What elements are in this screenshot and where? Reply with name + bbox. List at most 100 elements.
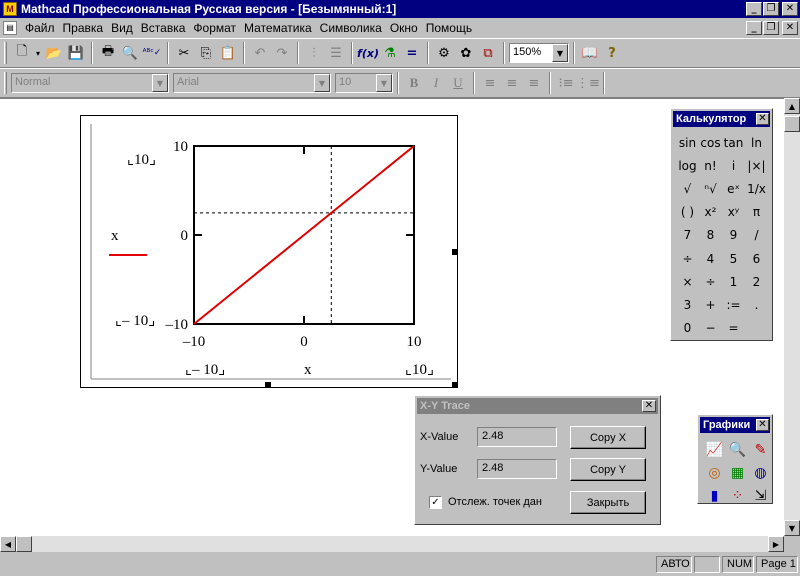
calc-key[interactable]: π <box>745 201 768 224</box>
x-max-placeholder[interactable]: ⌞10⌟ <box>405 360 434 379</box>
menu-insert[interactable]: Вставка <box>137 21 190 35</box>
document-icon[interactable]: ▤ <box>3 21 17 35</box>
menu-file[interactable]: Файл <box>21 21 59 35</box>
graphs-palette[interactable]: Графики ✕ 📈 🔍 ✎ ◎ ▦ ◍ ▮ ⁘ ⇲ <box>697 414 773 504</box>
doc-minimize-button[interactable]: _ <box>746 21 762 35</box>
resize-handle-bottom[interactable] <box>265 382 271 388</box>
style-dropdown-icon[interactable]: ▼ <box>152 74 168 92</box>
align-center-icon[interactable]: ≡ <box>501 72 523 94</box>
calc-key[interactable]: xʸ <box>722 201 745 224</box>
numbered-list-icon[interactable]: ⋮≡ <box>576 72 600 94</box>
restore-button[interactable]: ❐ <box>763 2 779 16</box>
print-icon[interactable]: 🖶 <box>97 42 119 64</box>
resource-center-icon[interactable]: 📖 <box>579 42 601 64</box>
copy-x-button[interactable]: Copy X <box>570 426 646 449</box>
close-trace-button[interactable]: Закрыть <box>570 491 646 514</box>
align-right-icon[interactable]: ≡ <box>523 72 545 94</box>
resources-icon[interactable]: ✿ <box>455 42 477 64</box>
italic-button[interactable]: I <box>425 72 447 94</box>
calc-key[interactable]: x² <box>699 201 722 224</box>
calc-key[interactable]: ln <box>745 131 768 154</box>
scroll-up-icon[interactable]: ▲ <box>784 98 800 114</box>
xy-plot-icon[interactable]: 📈 <box>703 438 726 461</box>
insert-unit-icon[interactable]: ⚗ <box>379 42 401 64</box>
calc-key[interactable]: √ <box>676 177 699 200</box>
spell-check-icon[interactable]: ᴬᴮᶜ✓ <box>141 42 163 64</box>
size-combo[interactable]: 10 ▼ <box>335 73 393 93</box>
menu-format[interactable]: Формат <box>189 21 240 35</box>
y-min-placeholder[interactable]: ⌞– 10⌟ <box>115 311 155 330</box>
calc-key[interactable]: 9 <box>722 224 745 247</box>
calc-key[interactable]: eˣ <box>722 177 745 200</box>
insert-component-icon[interactable]: ⚙ <box>433 42 455 64</box>
menu-edit[interactable]: Правка <box>59 21 108 35</box>
calc-key[interactable]: log <box>676 154 699 177</box>
menu-window[interactable]: Окно <box>386 21 422 35</box>
menu-math[interactable]: Математика <box>240 21 316 35</box>
xy-trace-dialog[interactable]: X-Y Trace ✕ X-Value 2.48 Copy X Y-Value … <box>414 395 661 525</box>
underline-button[interactable]: U <box>447 72 469 94</box>
bold-button[interactable]: B <box>403 72 425 94</box>
font-combo[interactable]: Arial ▼ <box>173 73 331 93</box>
calc-key[interactable]: − <box>699 317 722 340</box>
align-vertical-icon[interactable]: ☰ <box>325 42 347 64</box>
calc-key[interactable]: 1/x <box>745 177 768 200</box>
graphs-title-bar[interactable]: Графики ✕ <box>700 417 770 433</box>
graphs-close-icon[interactable]: ✕ <box>756 419 769 431</box>
paste-icon[interactable]: 📋 <box>217 42 239 64</box>
mathcad-app-icon[interactable]: M <box>3 2 17 16</box>
calc-key[interactable]: 4 <box>699 247 722 270</box>
zoom-combo[interactable]: 150% ▼ <box>509 43 569 63</box>
calc-key[interactable]: ÷ <box>699 270 722 293</box>
calc-key[interactable]: / <box>745 224 768 247</box>
calculate-icon[interactable]: = <box>401 42 423 64</box>
doc-restore-button[interactable]: ❐ <box>763 21 779 35</box>
undo-icon[interactable]: ↶ <box>249 42 271 64</box>
scroll-right-icon[interactable]: ▶ <box>768 536 784 552</box>
save-icon[interactable]: 💾 <box>65 42 87 64</box>
scroll-left-icon[interactable]: ◀ <box>0 536 16 552</box>
calc-key[interactable]: 0 <box>676 317 699 340</box>
calc-key[interactable]: 7 <box>676 224 699 247</box>
font-dropdown-icon[interactable]: ▼ <box>314 74 330 92</box>
contour-plot-icon[interactable]: ◍ <box>749 461 772 484</box>
open-folder-icon[interactable]: 📂 <box>43 42 65 64</box>
calc-key[interactable]: tan <box>722 131 745 154</box>
redo-icon[interactable]: ↷ <box>271 42 293 64</box>
calc-key[interactable]: cos <box>699 131 722 154</box>
track-data-checkbox[interactable]: ✓ <box>429 496 442 509</box>
minimize-button[interactable]: _ <box>746 2 762 16</box>
tree-icon[interactable]: ⧉ <box>477 42 499 64</box>
x-value-field[interactable]: 2.48 <box>477 427 557 447</box>
horizontal-scroll-thumb[interactable] <box>16 536 32 552</box>
calc-key[interactable]: n! <box>699 154 722 177</box>
new-document-icon[interactable]: 🗋 <box>11 42 33 64</box>
vertical-scroll-thumb[interactable] <box>784 116 800 132</box>
polar-plot-icon[interactable]: ◎ <box>703 461 726 484</box>
resize-handle-right[interactable] <box>452 249 458 255</box>
menu-help[interactable]: Помощь <box>422 21 476 35</box>
calc-key[interactable]: |×| <box>745 154 768 177</box>
calc-key[interactable]: 2 <box>745 270 768 293</box>
trace-icon[interactable]: ✎ <box>749 438 772 461</box>
y-max-placeholder[interactable]: ⌞10⌟ <box>127 150 156 169</box>
x-axis-label[interactable]: x <box>304 362 312 379</box>
zoom-icon[interactable]: 🔍 <box>726 438 749 461</box>
bar-3d-icon[interactable]: ▮ <box>703 484 726 507</box>
help-icon[interactable]: ? <box>601 42 623 64</box>
close-button[interactable]: ✕ <box>782 2 798 16</box>
menu-view[interactable]: Вид <box>107 21 137 35</box>
calculator-palette[interactable]: Калькулятор ✕ sin cos tan ln log n! i |×| √ ⁿ√ eˣ 1… <box>670 108 773 341</box>
align-left-icon[interactable]: ≡ <box>479 72 501 94</box>
y-value-field[interactable]: 2.48 <box>477 459 557 479</box>
calc-key[interactable]: i <box>722 154 745 177</box>
scroll-down-icon[interactable]: ▼ <box>784 520 800 536</box>
calc-key[interactable]: 3 <box>676 293 699 316</box>
style-combo[interactable]: Normal ▼ <box>11 73 169 93</box>
vertical-scrollbar[interactable]: ▲ ▼ <box>784 98 800 536</box>
calc-key[interactable]: × <box>676 270 699 293</box>
doc-close-button[interactable]: ✕ <box>782 21 798 35</box>
calc-key[interactable]: + <box>699 293 722 316</box>
cut-icon[interactable]: ✂ <box>173 42 195 64</box>
calc-key[interactable]: sin <box>676 131 699 154</box>
